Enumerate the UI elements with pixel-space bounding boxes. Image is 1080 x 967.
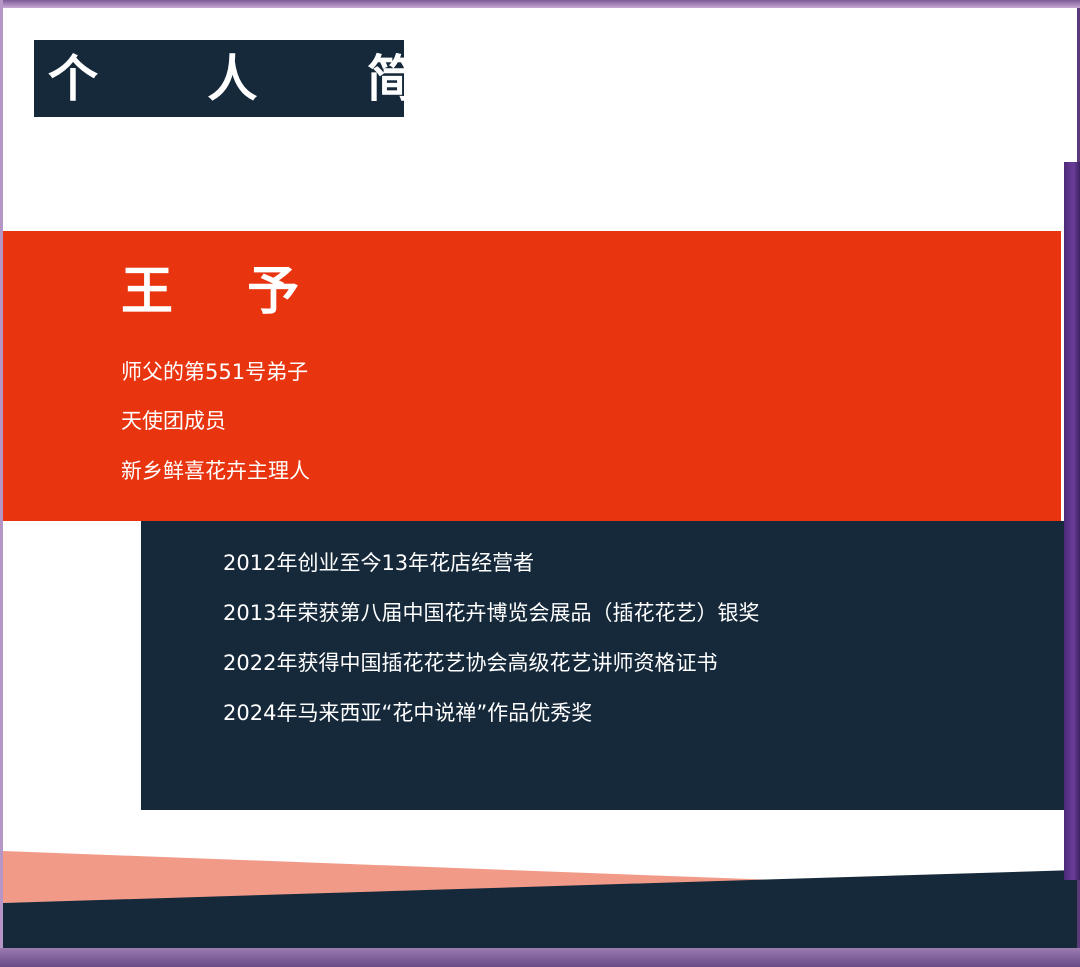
slide-canvas: 个 人 简 介 王 予 师父的第551号弟子 天使团成员 新乡鲜喜花卉主理人 2… <box>3 8 1077 948</box>
decorative-shapes <box>3 851 1077 948</box>
purple-side-bar <box>1064 162 1080 880</box>
window-frame-top <box>0 0 1080 8</box>
window-frame-bottom <box>0 948 1080 967</box>
